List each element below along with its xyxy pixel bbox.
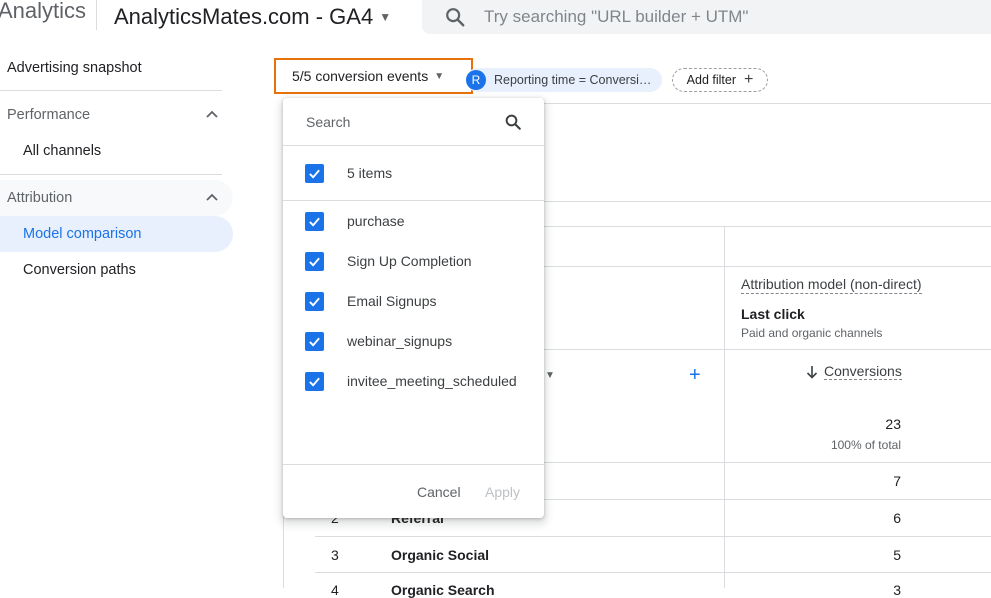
sidebar-item-label: Model comparison (23, 226, 142, 242)
conversions-column-header[interactable]: Conversions (806, 363, 902, 380)
sidebar-divider (0, 90, 222, 91)
option-label: Sign Up Completion (347, 253, 472, 269)
sidebar-item-model-comparison[interactable]: Model comparison (0, 216, 233, 252)
attribution-model-subtitle: Paid and organic channels (741, 326, 883, 340)
table-row-value: 5 (893, 547, 901, 563)
plus-icon: + (744, 71, 754, 88)
option-label: Email Signups (347, 293, 437, 309)
sidebar-item-label: Performance (7, 107, 91, 123)
sidebar-item-label: Conversion paths (23, 262, 136, 278)
metric-label: Conversions (824, 363, 902, 380)
sidebar-section-attribution[interactable]: Attribution (0, 180, 233, 216)
brand-name: Analytics (0, 0, 87, 23)
add-filter-label: Add filter (686, 73, 736, 87)
attribution-model-header[interactable]: Attribution model (non-direct) (741, 276, 922, 294)
table-row-channel: Organic Search (391, 582, 495, 598)
sidebar-item-label: All channels (23, 143, 102, 159)
table-row-channel: Organic Social (391, 547, 490, 563)
table-row-value: 3 (893, 582, 901, 598)
sidebar-item-label: Advertising snapshot (7, 60, 142, 76)
top-bar: Analytics AnalyticsMates.com - GA4 ▼ Try… (0, 0, 991, 44)
conversion-events-dropdown: Search 5 items purchase Sign Up Completi… (283, 98, 544, 518)
option-label: purchase (347, 213, 405, 229)
dropdown-option[interactable]: webinar_signups (283, 321, 544, 361)
chip-label: Reporting time = Conversi… (494, 73, 652, 87)
checkbox-checked-icon[interactable] (305, 251, 324, 271)
checkbox-checked-icon[interactable] (305, 163, 324, 183)
chevron-up-icon (206, 193, 218, 201)
table-row-value: 7 (893, 473, 901, 489)
sidebar-item-label: Attribution (7, 190, 73, 206)
checkbox-checked-icon[interactable] (305, 371, 324, 391)
chevron-up-icon (206, 110, 218, 118)
conversions-total-percent: 100% of total (830, 438, 901, 452)
conversion-events-selector[interactable]: 5/5 conversion events ▼ (274, 58, 473, 94)
dropdown-option[interactable]: Email Signups (283, 281, 544, 321)
add-dimension-icon[interactable]: + (689, 364, 701, 387)
dropdown-search-field[interactable]: Search (283, 98, 544, 146)
caret-down-icon[interactable]: ▼ (545, 370, 555, 381)
checkbox-checked-icon[interactable] (305, 331, 324, 351)
option-label: webinar_signups (347, 333, 453, 349)
dropdown-option[interactable]: invitee_meeting_scheduled (283, 361, 544, 401)
select-all-label: 5 items (347, 165, 393, 181)
search-icon (446, 8, 465, 27)
conversions-total: 23 (885, 416, 901, 432)
option-label: invitee_meeting_scheduled (347, 373, 517, 389)
dropdown-footer-divider (283, 464, 544, 465)
caret-down-icon: ▼ (434, 70, 445, 82)
table-row-divider (315, 572, 991, 573)
sidebar-item-all-channels[interactable]: All channels (0, 133, 233, 169)
table-row-number: 3 (331, 547, 339, 563)
table-row-number: 4 (331, 582, 339, 598)
reporting-time-chip[interactable]: R Reporting time = Conversi… (466, 68, 662, 92)
arrow-down-icon (806, 365, 818, 379)
attribution-model-name: Last click (741, 306, 805, 322)
dropdown-search-placeholder: Search (306, 114, 351, 130)
account-selector[interactable]: AnalyticsMates.com - GA4 ▼ (114, 4, 391, 30)
checkbox-checked-icon[interactable] (305, 211, 324, 231)
search-placeholder: Try searching "URL builder + UTM" (484, 7, 749, 26)
conversion-events-label: 5/5 conversion events (292, 68, 429, 84)
dropdown-option[interactable]: Sign Up Completion (283, 241, 544, 281)
dropdown-option[interactable]: purchase (283, 201, 544, 241)
account-name: AnalyticsMates.com - GA4 (114, 4, 374, 29)
add-filter-button[interactable]: Add filter + (672, 68, 768, 92)
table-column-divider (724, 226, 725, 588)
cancel-button[interactable]: Cancel (417, 484, 461, 500)
brand-divider (96, 0, 97, 30)
checkbox-checked-icon[interactable] (305, 291, 324, 311)
chip-avatar: R (466, 70, 486, 90)
table-row-divider (315, 536, 991, 537)
select-all-item[interactable]: 5 items (283, 153, 544, 193)
sidebar: Advertising snapshot Performance All cha… (0, 44, 240, 588)
global-search-bar[interactable]: Try searching "URL builder + UTM" (422, 0, 991, 34)
apply-button[interactable]: Apply (485, 484, 520, 500)
sidebar-divider (0, 174, 222, 175)
sidebar-item-advertising-snapshot[interactable]: Advertising snapshot (0, 50, 233, 86)
search-icon (505, 114, 521, 130)
table-row-value: 6 (893, 510, 901, 526)
sidebar-section-performance[interactable]: Performance (0, 97, 233, 133)
caret-down-icon: ▼ (379, 10, 392, 24)
sidebar-item-conversion-paths[interactable]: Conversion paths (0, 252, 233, 288)
